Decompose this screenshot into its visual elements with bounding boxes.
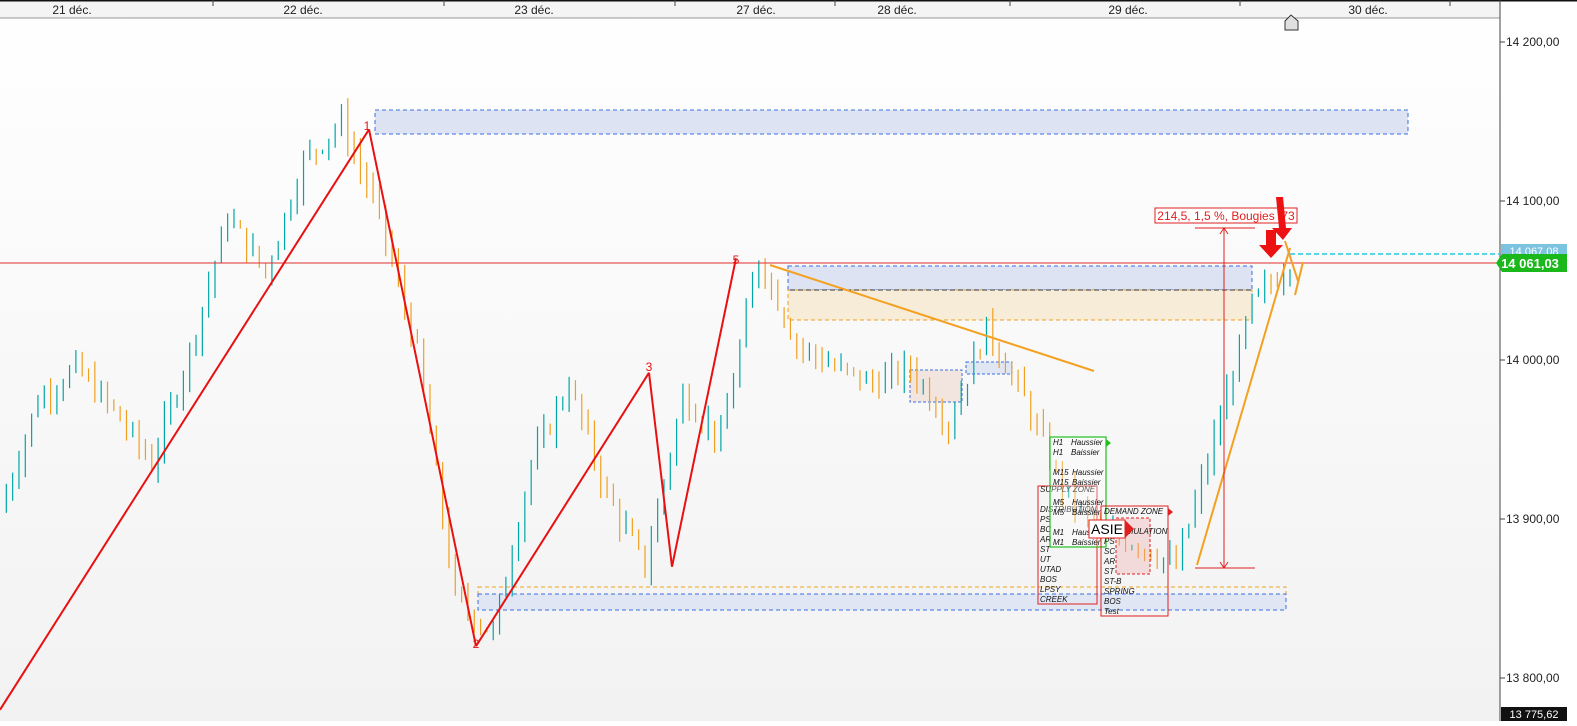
panel-text: Haussier bbox=[1071, 438, 1103, 447]
zigzag-segment[interactable] bbox=[0, 128, 370, 711]
panel-text: H1 bbox=[1053, 448, 1063, 457]
panel-text: M1 bbox=[1053, 538, 1064, 547]
zigzag-segment[interactable] bbox=[648, 372, 673, 567]
y-tick-label: 14 200,00 bbox=[1506, 35, 1560, 49]
session-label-text: ASIE bbox=[1091, 521, 1123, 537]
panel-text: UT bbox=[1040, 555, 1052, 564]
panel-text: DEMAND ZONE bbox=[1104, 507, 1164, 516]
y-tick-label: 13 800,00 bbox=[1506, 671, 1560, 685]
y-tick-label: 13 900,00 bbox=[1506, 512, 1560, 526]
panel-text: Baissier bbox=[1071, 448, 1100, 457]
price-chart[interactable]: 21 déc. 22 déc. 23 déc. 27 déc. 28 déc. … bbox=[0, 0, 1577, 721]
panel-text: Haussier bbox=[1072, 468, 1104, 477]
panel-text: CREEK bbox=[1040, 595, 1068, 604]
panel-text: Haussier bbox=[1072, 498, 1104, 507]
price-axis-bg bbox=[1500, 18, 1577, 721]
zigzag-label: 5 bbox=[733, 253, 740, 267]
panel-text: BOS bbox=[1040, 575, 1058, 584]
panel-text: SC bbox=[1104, 547, 1115, 556]
x-tick-label: 22 déc. bbox=[283, 3, 322, 17]
chart-area[interactable]: 21 déc. 22 déc. 23 déc. 27 déc. 28 déc. … bbox=[0, 0, 1577, 721]
x-tick-label: 21 déc. bbox=[52, 3, 91, 17]
x-tick-label: 29 déc. bbox=[1108, 3, 1147, 17]
panel-text: M15 bbox=[1053, 478, 1069, 487]
panel-text: BOS bbox=[1104, 597, 1122, 606]
panel-text: SPRING bbox=[1104, 587, 1135, 596]
panel-text: M5 bbox=[1053, 508, 1065, 517]
panel-text: M5 bbox=[1053, 498, 1065, 507]
panel-text: ST-B bbox=[1104, 577, 1122, 586]
zigzag-segment[interactable] bbox=[368, 129, 477, 647]
supply-zone-top[interactable] bbox=[374, 109, 1409, 135]
last-price-label: 14 061,03 bbox=[1501, 256, 1559, 271]
panel-text: UTAD bbox=[1040, 565, 1061, 574]
panel-text: Baissier bbox=[1072, 478, 1101, 487]
x-tick-label: 27 déc. bbox=[736, 3, 775, 17]
zigzag-label: 2 bbox=[473, 637, 480, 651]
x-tick-label: 28 déc. bbox=[877, 3, 916, 17]
panel-text: H1 bbox=[1053, 438, 1063, 447]
zigzag-group bbox=[0, 128, 737, 711]
demand-zone-low[interactable] bbox=[477, 593, 1287, 611]
zigzag-label: 1 bbox=[364, 119, 371, 133]
panel-text: M1 bbox=[1053, 528, 1064, 537]
panel-text: ST bbox=[1104, 567, 1115, 576]
panel-text: AR bbox=[1103, 557, 1115, 566]
y-tick-label: 14 100,00 bbox=[1506, 194, 1560, 208]
bottom-price-label: 13 775,62 bbox=[1510, 709, 1559, 721]
measure-label: 214,5, 1,5 %, Bougies :73 bbox=[1157, 209, 1295, 223]
zigzag-label: 3 bbox=[646, 360, 653, 374]
panel-text: Baissier bbox=[1072, 538, 1101, 547]
zigzag-segment[interactable] bbox=[671, 258, 737, 567]
panel-text: M15 bbox=[1053, 468, 1069, 477]
panel-text: Test bbox=[1104, 607, 1120, 616]
y-tick-label: 14 000,00 bbox=[1506, 353, 1560, 367]
session-label: ASIE bbox=[1088, 519, 1134, 539]
x-tick-label: 30 déc. bbox=[1348, 3, 1387, 17]
panel-text: Baissier bbox=[1072, 508, 1101, 517]
panel-text: LPSY bbox=[1040, 585, 1061, 594]
supply-zone-mid[interactable] bbox=[787, 265, 1253, 291]
x-tick-label: 23 déc. bbox=[514, 3, 553, 17]
